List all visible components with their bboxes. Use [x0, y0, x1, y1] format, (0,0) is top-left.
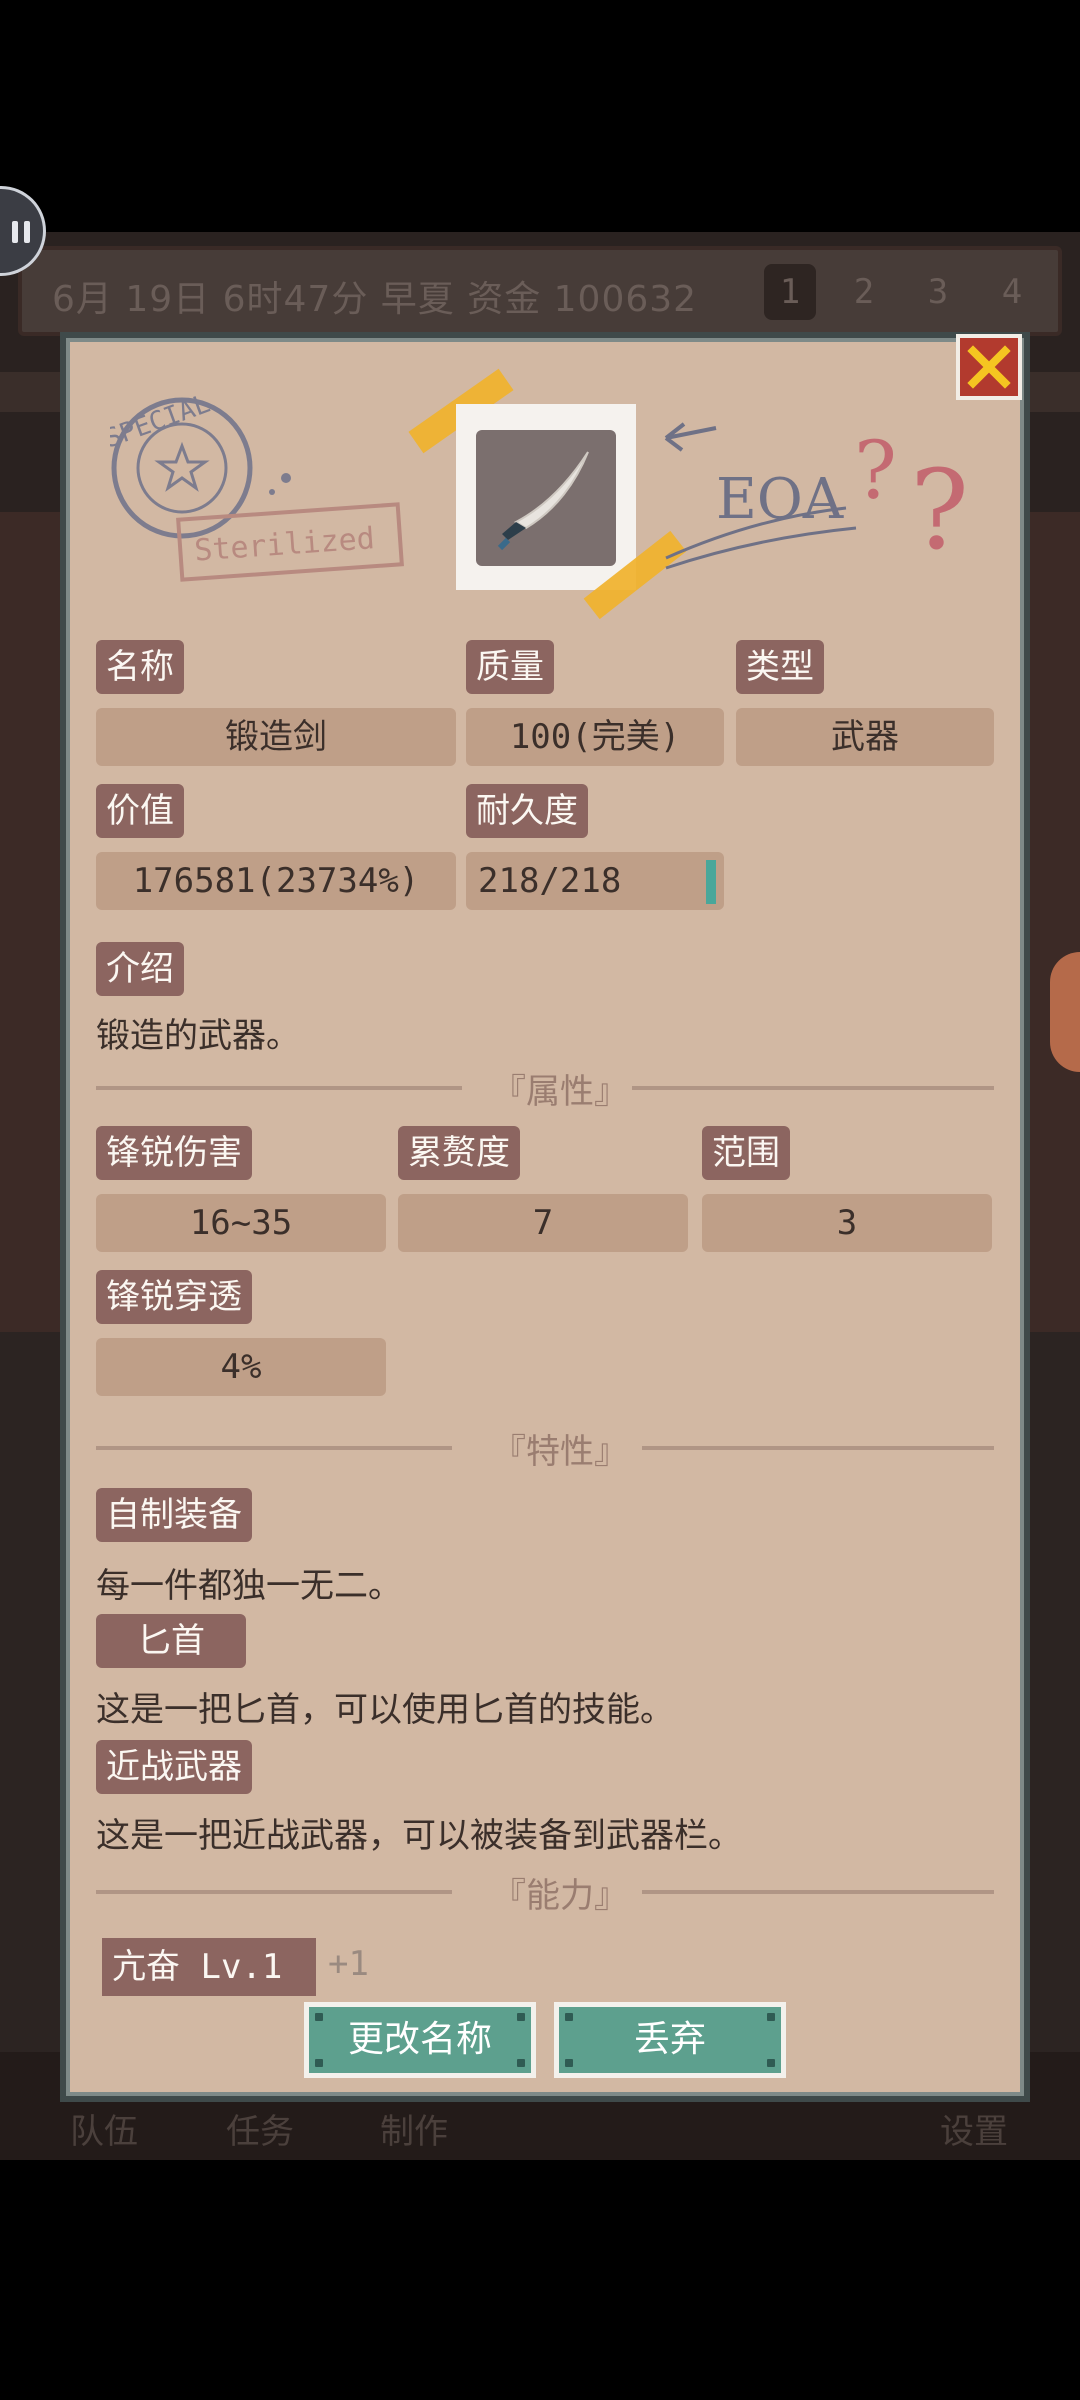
date-money-text: 6月 19日 6时47分 早夏 资金 100632 [52, 279, 698, 320]
trait-text: 这是一把近战武器，可以被装备到武器栏。 [96, 1816, 742, 1856]
trait-text: 每一件都独一无二。 [96, 1566, 402, 1606]
rivet [565, 2013, 573, 2021]
divider [96, 1446, 452, 1450]
nav-settings[interactable]: 设置 [940, 2104, 1008, 2153]
traits-section-title: 『特性』 [492, 1432, 628, 1472]
dagger-icon [497, 451, 589, 551]
top-status-bar: 6月 19日 6时47分 早夏 资金 100632 1 2 3 4 [18, 246, 1062, 336]
item-thumbnail-frame [476, 430, 616, 566]
attributes-section-title: 『属性』 [492, 1072, 628, 1112]
rivet [517, 2013, 525, 2021]
question-mark-icon: ? [854, 424, 897, 517]
question-mark-icon: ? [910, 446, 969, 574]
rivet [767, 2059, 775, 2067]
eoa-doodle: EOA ? ? [664, 422, 969, 574]
side-handle[interactable] [1050, 952, 1080, 1072]
page-tab-2[interactable]: 2 [838, 264, 890, 320]
rename-button-label: 更改名称 [347, 2019, 492, 2060]
attribute-value: 4% [96, 1338, 386, 1396]
worth-label: 价值 [96, 784, 184, 838]
page-tab-1[interactable]: 1 [764, 264, 816, 320]
attribute-label: 锋锐穿透 [96, 1270, 252, 1324]
worth-value: 176581(23734%) [96, 852, 456, 910]
durability-value: 218/218 [466, 852, 724, 910]
rivet [517, 2059, 525, 2067]
close-icon [967, 345, 1011, 389]
rivet [565, 2059, 573, 2067]
page-tabs: 1 2 3 4 [764, 264, 1038, 320]
divider [642, 1890, 994, 1894]
intro-text: 锻造的武器。 [96, 1016, 300, 1056]
divider [632, 1086, 994, 1090]
trait-label: 匕首 [96, 1614, 246, 1668]
attribute-value: 16~35 [96, 1194, 386, 1252]
durability-label: 耐久度 [466, 784, 588, 838]
rivet [315, 2059, 323, 2067]
eoa-text: EOA [716, 467, 844, 532]
item-detail-dialog: SPECIAL Sterilized EOA ? ? 名称 锻造剑 质量 100… [60, 332, 1030, 2102]
nav-team[interactable]: 队伍 [70, 2104, 138, 2153]
special-stamp: SPECIAL Sterilized [110, 394, 404, 582]
divider [96, 1890, 452, 1894]
pause-icon-bar [24, 221, 30, 243]
name-value: 锻造剑 [96, 708, 456, 766]
trait-label: 自制装备 [96, 1488, 252, 1542]
nav-tasks[interactable]: 任务 [226, 2104, 294, 2153]
quality-label: 质量 [466, 640, 554, 694]
attribute-value: 7 [398, 1194, 688, 1252]
item-thumbnail [456, 404, 636, 590]
type-value: 武器 [736, 708, 994, 766]
stamp-text-top: SPECIAL [110, 394, 214, 454]
close-button[interactable] [956, 334, 1022, 400]
attribute-value: 3 [702, 1194, 992, 1252]
discard-button-label: 丢弃 [633, 2019, 706, 2060]
rename-button[interactable]: 更改名称 [304, 2002, 536, 2078]
stamp-text-bottom: Sterilized [193, 521, 376, 569]
divider [96, 1086, 462, 1090]
name-label: 名称 [96, 640, 184, 694]
durability-bar [706, 860, 716, 904]
intro-label: 介绍 [96, 942, 184, 996]
divider [642, 1446, 994, 1450]
ability-bonus: +1 [328, 1944, 369, 1984]
page-tab-3[interactable]: 3 [912, 264, 964, 320]
trait-label: 近战武器 [96, 1740, 252, 1794]
nav-craft[interactable]: 制作 [380, 2104, 448, 2153]
abilities-section-title: 『能力』 [492, 1876, 628, 1916]
attribute-label: 锋锐伤害 [96, 1126, 252, 1180]
page-tab-4[interactable]: 4 [986, 264, 1038, 320]
rivet [315, 2013, 323, 2021]
quality-value: 100(完美) [466, 708, 724, 766]
trait-text: 这是一把匕首，可以使用匕首的技能。 [96, 1690, 674, 1730]
discard-button[interactable]: 丢弃 [554, 2002, 786, 2078]
attribute-label: 范围 [702, 1126, 790, 1180]
rivet [767, 2013, 775, 2021]
type-label: 类型 [736, 640, 824, 694]
attribute-label: 累赘度 [398, 1126, 520, 1180]
ability-label: 亢奋 Lv.1 [102, 1938, 316, 1996]
pause-icon [12, 221, 18, 243]
